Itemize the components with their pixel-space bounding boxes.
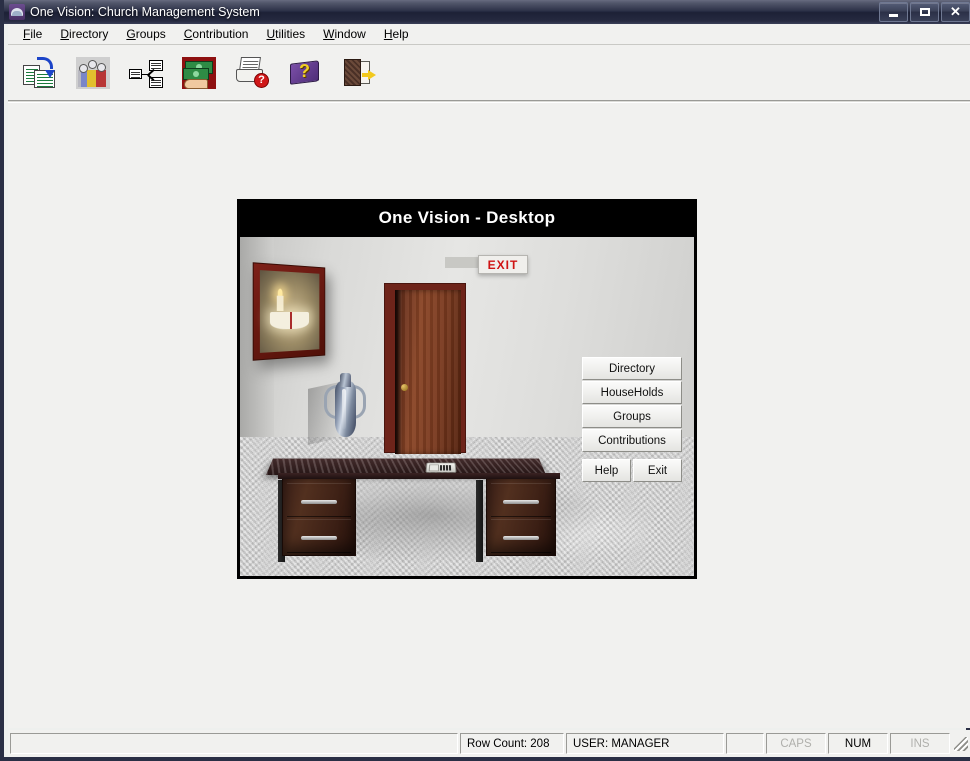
- door-frame: [384, 283, 466, 454]
- status-user: USER: MANAGER: [566, 733, 724, 754]
- status-caps-indicator: CAPS: [766, 733, 826, 754]
- phone-handset: [428, 464, 440, 472]
- maximize-button[interactable]: [910, 2, 939, 22]
- status-num-indicator: NUM: [828, 733, 888, 754]
- desk-edge: [278, 473, 560, 479]
- status-message-panel: [10, 733, 458, 754]
- desktop-button-households[interactable]: HouseHolds: [582, 381, 682, 404]
- menu-rest-file: ile: [30, 27, 43, 41]
- desktop-button-exit[interactable]: Exit: [633, 459, 682, 482]
- toolbar-button-reports[interactable]: ?: [230, 51, 274, 95]
- candle: [277, 295, 284, 312]
- exit-sign: EXIT: [478, 255, 528, 274]
- open-bible: [270, 311, 310, 330]
- menu-rest-utilities: tilities: [275, 27, 306, 41]
- vase-neck: [340, 373, 351, 387]
- toolbar-button-households[interactable]: [71, 51, 115, 95]
- desktop-window-caption[interactable]: One Vision - Desktop: [237, 199, 697, 237]
- toolbar-button-contributions[interactable]: [177, 51, 221, 95]
- desk-leg-right: [476, 480, 483, 562]
- desktop-nav-panel: Directory HouseHolds Groups Contribution…: [582, 357, 682, 482]
- minimize-icon: [889, 13, 898, 17]
- status-row-count: Row Count: 208: [460, 733, 564, 754]
- desktop-button-groups[interactable]: Groups: [582, 405, 682, 428]
- resize-grip[interactable]: [954, 736, 968, 751]
- toolbar-button-help[interactable]: ?: [283, 51, 327, 95]
- drawer: [287, 519, 351, 553]
- maximize-icon: [919, 8, 930, 16]
- menu-item-help[interactable]: Help: [375, 25, 418, 43]
- drawer-pull: [503, 500, 539, 504]
- menu-item-directory[interactable]: Directory: [51, 25, 117, 43]
- menu-item-file[interactable]: File: [14, 25, 51, 43]
- window-controls: ✕: [879, 2, 970, 22]
- drawer: [491, 483, 551, 517]
- picture-mat: [259, 270, 320, 353]
- framed-picture: [252, 262, 326, 361]
- toolbar-button-directory[interactable]: [18, 51, 62, 95]
- money-hand-icon: [182, 56, 216, 89]
- menu-item-utilities[interactable]: Utilities: [257, 25, 314, 43]
- people-group-icon: [76, 56, 110, 89]
- drawer-pull: [301, 536, 337, 540]
- menu-rest-directory: irectory: [69, 27, 109, 41]
- menu-item-window[interactable]: Window: [314, 25, 375, 43]
- toolbar-button-groups[interactable]: [124, 51, 168, 95]
- menu-bar: File Directory Groups Contribution Utili…: [8, 24, 970, 45]
- office-scene-image: EXIT Directory HouseHolds Groups Contrib…: [240, 237, 694, 576]
- desk-pedestal-left: [282, 478, 356, 556]
- menu-rest-contribution: ontribution: [192, 27, 249, 41]
- phone-keypad: [439, 465, 453, 471]
- help-book-icon: ?: [288, 57, 322, 89]
- desktop-button-directory[interactable]: Directory: [582, 357, 682, 380]
- desktop-child-window: One Vision - Desktop EXIT Directory Hous…: [237, 199, 697, 579]
- application-window: One Vision: Church Management System ✕ F…: [0, 0, 970, 761]
- status-bar: Row Count: 208 USER: MANAGER CAPS NUM IN…: [8, 730, 970, 757]
- desktop-button-contributions[interactable]: Contributions: [582, 429, 682, 452]
- close-button[interactable]: ✕: [941, 2, 970, 22]
- desktop-panel-footer: Help Exit: [582, 459, 682, 482]
- menu-item-groups[interactable]: Groups: [117, 25, 174, 43]
- toolbar-button-exit[interactable]: [336, 51, 380, 95]
- drawer: [287, 483, 351, 517]
- minimize-button[interactable]: [879, 2, 908, 22]
- close-icon: ✕: [950, 4, 961, 19]
- menu-accel-directory: D: [60, 27, 70, 41]
- status-blank-panel: [726, 733, 764, 754]
- mdi-client-area: One Vision - Desktop EXIT Directory Hous…: [8, 103, 970, 728]
- menu-rest-groups: roups: [135, 27, 166, 41]
- status-ins-indicator: INS: [890, 733, 950, 754]
- exit-door-icon: [341, 57, 376, 89]
- door-shadow: [395, 290, 402, 454]
- menu-rest-window: indow: [334, 27, 366, 41]
- telephone: [425, 462, 457, 473]
- menu-accel-utilities: U: [266, 27, 276, 41]
- desktop-button-help[interactable]: Help: [582, 459, 631, 482]
- desktop-window-title: One Vision - Desktop: [378, 208, 556, 227]
- title-bar[interactable]: One Vision: Church Management System ✕: [4, 0, 970, 24]
- menu-accel-window: W: [323, 27, 335, 41]
- menu-accel-help: H: [383, 27, 393, 41]
- menu-accel-groups: G: [126, 27, 136, 41]
- report-question-icon: ?: [235, 56, 269, 89]
- org-chart-icon: [129, 57, 163, 89]
- drawer-pull: [301, 500, 337, 504]
- window-title: One Vision: Church Management System: [30, 5, 260, 19]
- menu-rest-help: elp: [392, 27, 409, 41]
- menu-item-contribution[interactable]: Contribution: [175, 25, 258, 43]
- toolbar: ? ?: [8, 45, 970, 100]
- church-arch-icon: [9, 4, 25, 20]
- desk-pedestal-right: [486, 478, 556, 556]
- switch-records-icon: [23, 56, 57, 89]
- vase-highlight: [342, 389, 346, 429]
- drawer-pull: [503, 536, 539, 540]
- door-knob: [401, 384, 408, 391]
- exit-sign-text: EXIT: [487, 257, 519, 272]
- drawer: [491, 519, 551, 553]
- vase: [324, 373, 366, 439]
- wooden-door: [395, 290, 461, 454]
